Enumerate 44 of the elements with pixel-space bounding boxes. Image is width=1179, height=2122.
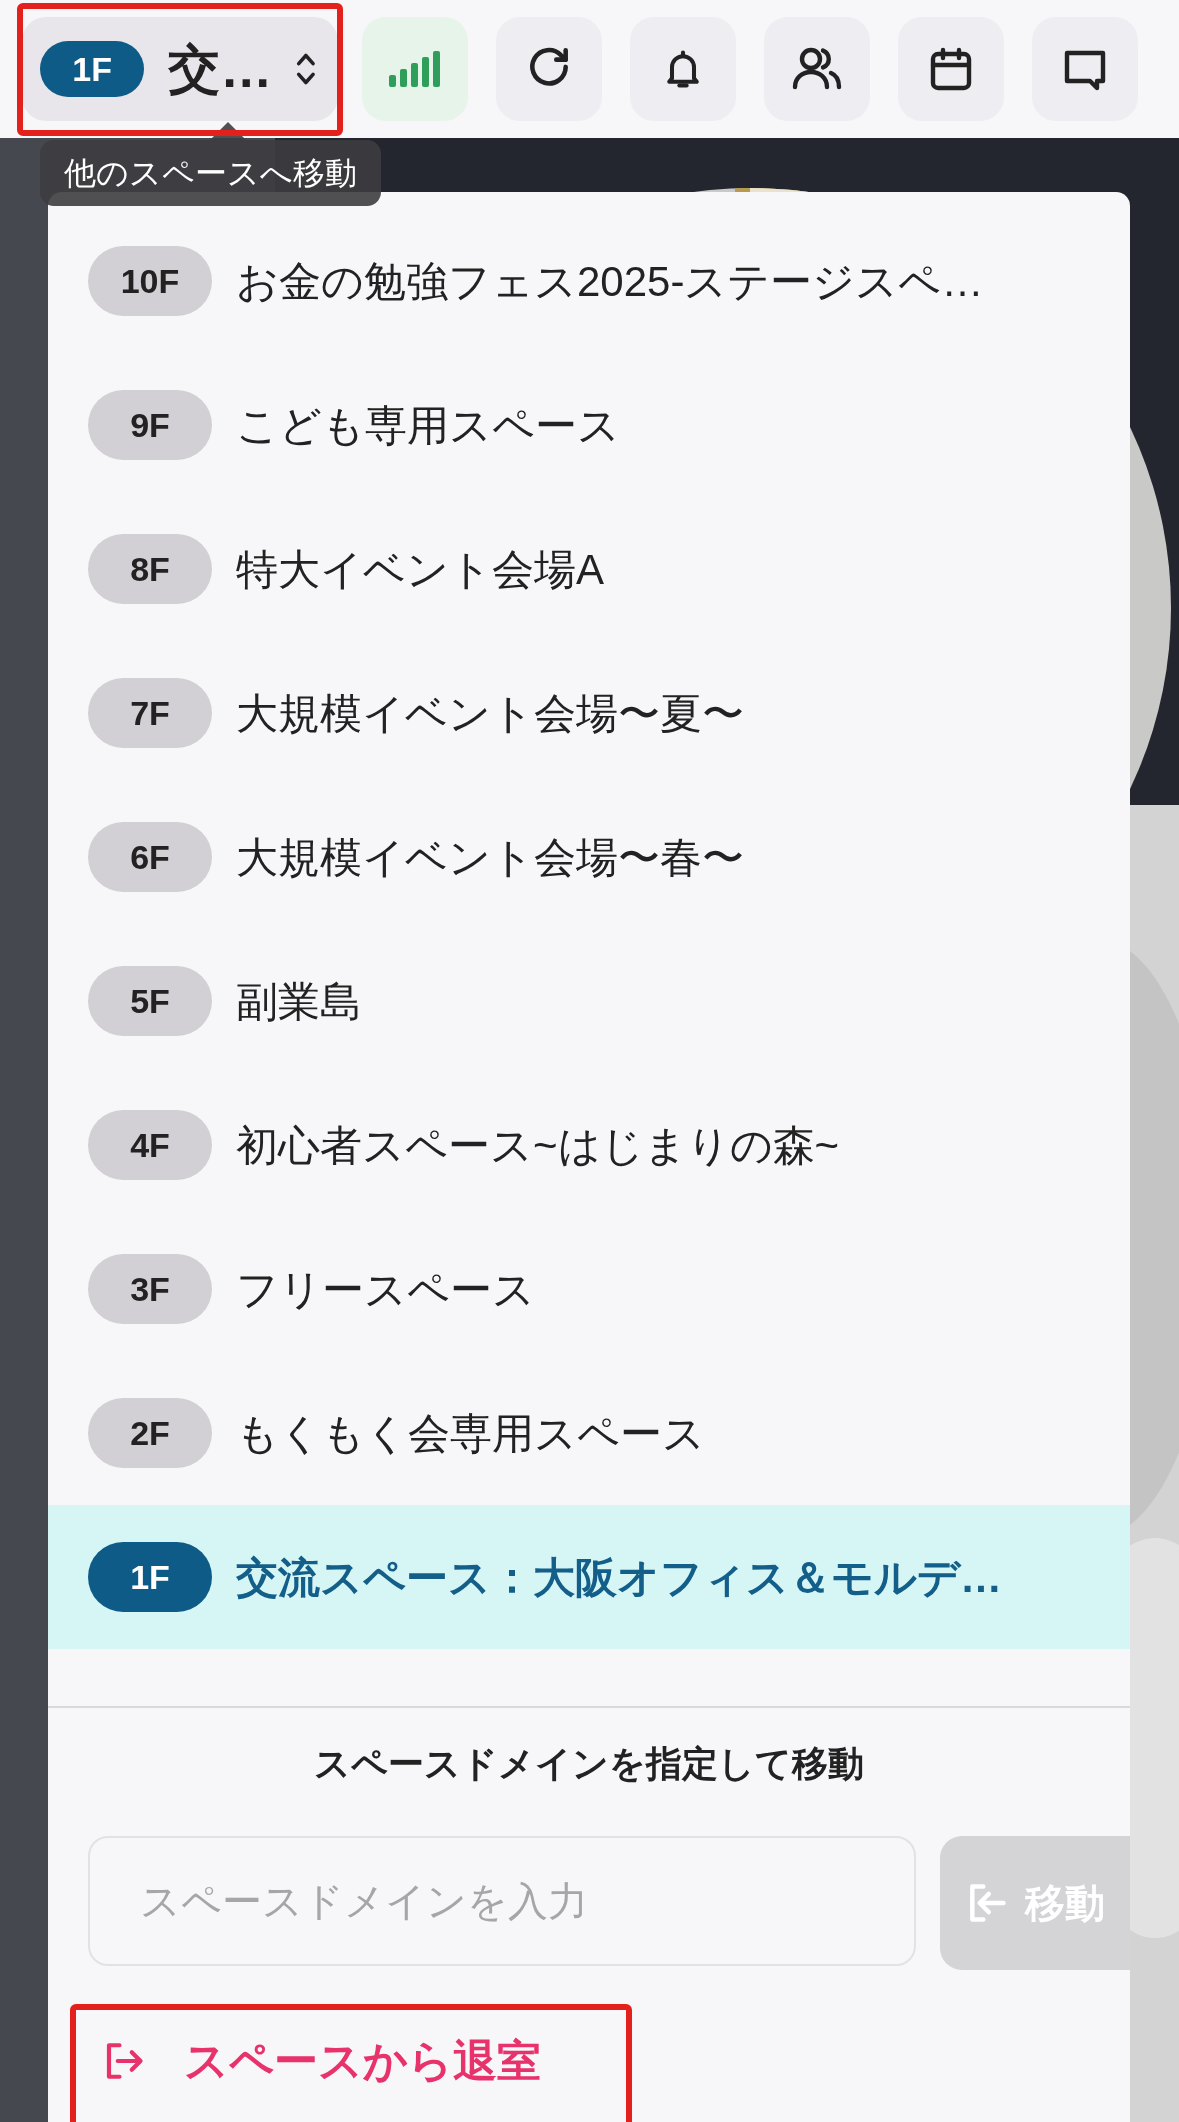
floor-badge: 1F [40, 41, 145, 97]
floor-badge: 2F [88, 1398, 212, 1468]
notifications-button[interactable] [630, 17, 736, 121]
space-name: 副業島 [236, 976, 362, 1027]
space-name: 特大イベント会場A [236, 544, 604, 595]
calendar-button[interactable] [898, 17, 1004, 121]
space-selector[interactable]: 1F 交… [22, 17, 338, 121]
space-list-item[interactable]: 3F フリースペース [48, 1217, 1130, 1361]
floor-badge: 6F [88, 822, 212, 892]
space-list-item[interactable]: 6F 大規模イベント会場〜春〜 [48, 785, 1130, 929]
floor-badge: 10F [88, 246, 212, 316]
leave-space-link[interactable]: スペースから退室 [102, 2028, 541, 2094]
reload-button[interactable] [496, 17, 602, 121]
floor-badge: 3F [88, 1254, 212, 1324]
space-list-item[interactable]: 4F 初心者スペース~はじまりの森~ [48, 1073, 1130, 1217]
space-name: お金の勉強フェス2025-ステージスペ… [236, 256, 984, 307]
space-list-item[interactable]: 10F お金の勉強フェス2025-ステージスペ… [48, 209, 1130, 353]
signal-icon [389, 51, 441, 87]
space-list-item[interactable]: 9F こども専用スペース [48, 353, 1130, 497]
space-list-item[interactable]: 1F 交流スペース：大阪オフィス＆モルデ… [48, 1505, 1130, 1649]
space-list-item[interactable]: 7F 大規模イベント会場〜夏〜 [48, 641, 1130, 785]
domain-input-field[interactable]: スペースドメインを入力 [88, 1836, 916, 1966]
space-list-item[interactable]: 8F 特大イベント会場A [48, 497, 1130, 641]
space-name: 交… [168, 39, 273, 100]
space-list-item[interactable]: 2F もくもく会専用スペース [48, 1361, 1130, 1505]
floor-badge: 1F [88, 1542, 212, 1612]
space-name: 大規模イベント会場〜夏〜 [236, 688, 744, 739]
floor-badge: 5F [88, 966, 212, 1036]
space-name: 大規模イベント会場〜春〜 [236, 832, 744, 883]
chat-button[interactable] [1032, 17, 1138, 121]
space-list-item[interactable]: 5F 副業島 [48, 929, 1130, 1073]
floor-badge: 9F [88, 390, 212, 460]
section-heading: スペースドメインを指定して移動 [314, 1742, 864, 1786]
space-name: 交流スペース：大阪オフィス＆モルデ… [236, 1552, 1002, 1603]
connection-status-button[interactable] [362, 17, 468, 121]
space-name: フリースペース [236, 1264, 535, 1315]
space-name: 初心者スペース~はじまりの森~ [236, 1120, 840, 1171]
members-button[interactable] [764, 17, 870, 121]
floor-badge: 4F [88, 1110, 212, 1180]
space-name: こども専用スペース [236, 400, 620, 451]
tooltip: 他のスペースへ移動 [40, 140, 381, 206]
floor-badge: 7F [88, 678, 212, 748]
space-name: もくもく会専用スペース [236, 1408, 705, 1459]
floor-badge: 8F [88, 534, 212, 604]
